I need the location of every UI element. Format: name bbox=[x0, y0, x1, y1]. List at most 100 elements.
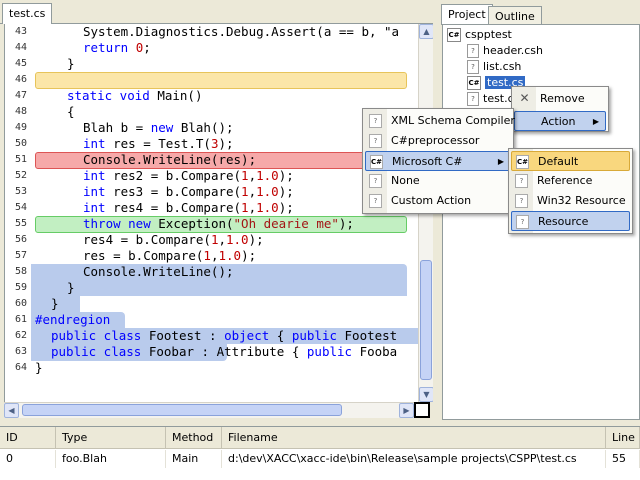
code-line[interactable]: } bbox=[67, 280, 75, 296]
menu-item-xml-schema-compiler[interactable]: ? XML Schema Compiler bbox=[365, 111, 515, 131]
error-cell-type[interactable]: foo.Blah bbox=[56, 450, 166, 468]
code-token: Exception( bbox=[158, 216, 234, 231]
menu-item-action[interactable]: Action ▶ bbox=[514, 111, 606, 131]
code-token: Blah b = bbox=[83, 120, 151, 135]
tool-icon: ? bbox=[369, 134, 382, 148]
code-token: 1.0 bbox=[256, 200, 279, 215]
code-token: ); bbox=[248, 232, 264, 247]
error-cell-line[interactable]: 55 bbox=[606, 450, 640, 468]
menu-item-csharp-preprocessor[interactable]: ? C#preprocessor bbox=[365, 131, 511, 151]
code-line[interactable]: int res2 = b.Compare(1,1.0); bbox=[83, 168, 294, 184]
line-number: 49 bbox=[14, 122, 27, 133]
code-line[interactable]: } bbox=[51, 296, 59, 312]
tree-node-file[interactable]: ? list.csh bbox=[467, 59, 521, 75]
line-number: 46 bbox=[14, 74, 27, 85]
editor-horizontal-scrollbar[interactable]: ◀ ▶ bbox=[4, 402, 414, 418]
tree-node-file[interactable]: ? test.c bbox=[467, 91, 514, 107]
scroll-up-icon[interactable]: ▲ bbox=[419, 24, 434, 39]
menu-item-remove[interactable]: ✕ Remove bbox=[514, 89, 606, 109]
file-context-menu: ✕ Remove Action ▶ bbox=[511, 86, 609, 132]
line-number: 47 bbox=[14, 90, 27, 101]
menu-item-win32-resource[interactable]: ? Win32 Resource bbox=[511, 191, 630, 211]
tree-node-root[interactable]: C# cspptest bbox=[447, 27, 512, 43]
menu-item-resource[interactable]: ? Resource bbox=[511, 211, 630, 231]
code-line[interactable]: } bbox=[35, 360, 43, 376]
line-number: 61 bbox=[14, 314, 27, 325]
column-header-type[interactable]: Type bbox=[56, 427, 166, 449]
error-cell-filename[interactable]: d:\dev\XACC\xacc-ide\bin\Release\sample … bbox=[222, 450, 606, 468]
menu-item-custom-action[interactable]: ? Custom Action bbox=[365, 191, 511, 211]
tool-icon: ? bbox=[369, 174, 382, 188]
scroll-down-icon[interactable]: ▼ bbox=[419, 387, 434, 402]
line-number: 55 bbox=[14, 218, 27, 229]
code-token: res2 = b.Compare( bbox=[113, 168, 242, 183]
menu-item-microsoft-csharp[interactable]: C# Microsoft C# ▶ bbox=[365, 151, 511, 171]
menu-item-reference[interactable]: ? Reference bbox=[511, 171, 630, 191]
column-header-filename[interactable]: Filename bbox=[222, 427, 606, 449]
code-token: Footest bbox=[344, 328, 398, 343]
code-line[interactable]: res = b.Compare(1,1.0); bbox=[83, 248, 256, 264]
code-token: 1 bbox=[241, 168, 249, 183]
line-number: 52 bbox=[14, 170, 27, 181]
code-token: public bbox=[291, 328, 345, 343]
code-line[interactable]: Console.WriteLine(); bbox=[83, 264, 234, 280]
tree-node-label: list.csh bbox=[483, 60, 522, 73]
submenu-arrow-icon: ▶ bbox=[497, 157, 504, 166]
code-token: res4 = b.Compare( bbox=[83, 232, 211, 247]
code-line[interactable]: { bbox=[67, 104, 75, 120]
scroll-right-icon[interactable]: ▶ bbox=[399, 403, 414, 418]
line-number-gutter: 43 44 45 46 47 48 49 50 51 52 53 54 55 56 57 58 59 60 61 62… bbox=[5, 24, 31, 402]
tool-icon: ? bbox=[515, 194, 528, 208]
code-token: } bbox=[67, 56, 75, 71]
line-number: 48 bbox=[14, 106, 27, 117]
code-line[interactable]: System.Diagnostics.Debug.Assert(a == b, … bbox=[83, 24, 399, 40]
error-list: ID Type Method Filename Line 0 foo.Blah … bbox=[0, 426, 640, 480]
current-line-highlight bbox=[35, 72, 407, 89]
menu-item-default[interactable]: C# Default bbox=[511, 151, 630, 171]
code-token: 1.0 bbox=[226, 232, 249, 247]
code-line[interactable]: Console.WriteLine(res); bbox=[83, 152, 256, 168]
csharp-file-icon: C# bbox=[467, 76, 481, 90]
tab-test-cs[interactable]: test.cs bbox=[2, 3, 53, 24]
horizontal-scroll-thumb[interactable] bbox=[22, 404, 342, 416]
code-line[interactable]: static void Main() bbox=[67, 88, 202, 104]
code-token: , bbox=[248, 200, 257, 215]
code-token: int bbox=[83, 168, 114, 183]
code-line[interactable]: #endregion bbox=[35, 312, 110, 328]
code-token: { bbox=[67, 104, 75, 119]
code-line[interactable]: throw new Exception("Oh dearie me"); bbox=[83, 216, 354, 232]
code-line[interactable]: int res = Test.T(3); bbox=[83, 136, 234, 152]
tab-project[interactable]: Project bbox=[441, 4, 493, 25]
code-line[interactable]: int res3 = b.Compare(1,1.0); bbox=[83, 184, 294, 200]
code-line[interactable]: return 0; bbox=[83, 40, 151, 56]
code-token: 1.0 bbox=[218, 248, 242, 263]
code-token: 1 bbox=[241, 184, 249, 199]
code-line[interactable]: } bbox=[67, 56, 75, 72]
error-cell-id[interactable]: 0 bbox=[0, 450, 56, 468]
code-token: res4 = b.Compare( bbox=[113, 200, 242, 215]
code-line[interactable]: public class Footest : object { public F… bbox=[51, 328, 397, 344]
code-token: public class bbox=[51, 344, 149, 359]
code-editor[interactable]: 43 44 45 46 47 48 49 50 51 52 53 54 55 56 57 58 59 60 61 62… bbox=[4, 24, 418, 402]
error-cell-method[interactable]: Main bbox=[166, 450, 222, 468]
code-token: "Oh dearie me" bbox=[233, 216, 339, 231]
column-header-id[interactable]: ID bbox=[0, 427, 56, 449]
line-number: 59 bbox=[14, 282, 27, 293]
code-token: static void bbox=[67, 88, 158, 103]
vertical-scroll-thumb[interactable] bbox=[420, 260, 432, 380]
code-token: public bbox=[306, 344, 360, 359]
code-token: 1.0 bbox=[256, 168, 279, 183]
code-line[interactable]: res4 = b.Compare(1,1.0); bbox=[83, 232, 264, 248]
code-line[interactable]: public class Foobar : Attribute { public… bbox=[51, 344, 397, 360]
tree-node-file[interactable]: ? header.csh bbox=[467, 43, 543, 59]
code-token: return bbox=[83, 40, 136, 55]
scroll-left-icon[interactable]: ◀ bbox=[4, 403, 19, 418]
menu-item-none[interactable]: ? None bbox=[365, 171, 511, 191]
tab-outline[interactable]: Outline bbox=[488, 6, 542, 25]
code-token: res = Test.T( bbox=[113, 136, 211, 151]
column-header-line[interactable]: Line bbox=[606, 427, 640, 449]
column-header-method[interactable]: Method bbox=[166, 427, 222, 449]
code-token: { bbox=[269, 328, 292, 343]
code-line[interactable]: int res4 = b.Compare(1,1.0); bbox=[83, 200, 294, 216]
code-line[interactable]: Blah b = new Blah(); bbox=[83, 120, 234, 136]
